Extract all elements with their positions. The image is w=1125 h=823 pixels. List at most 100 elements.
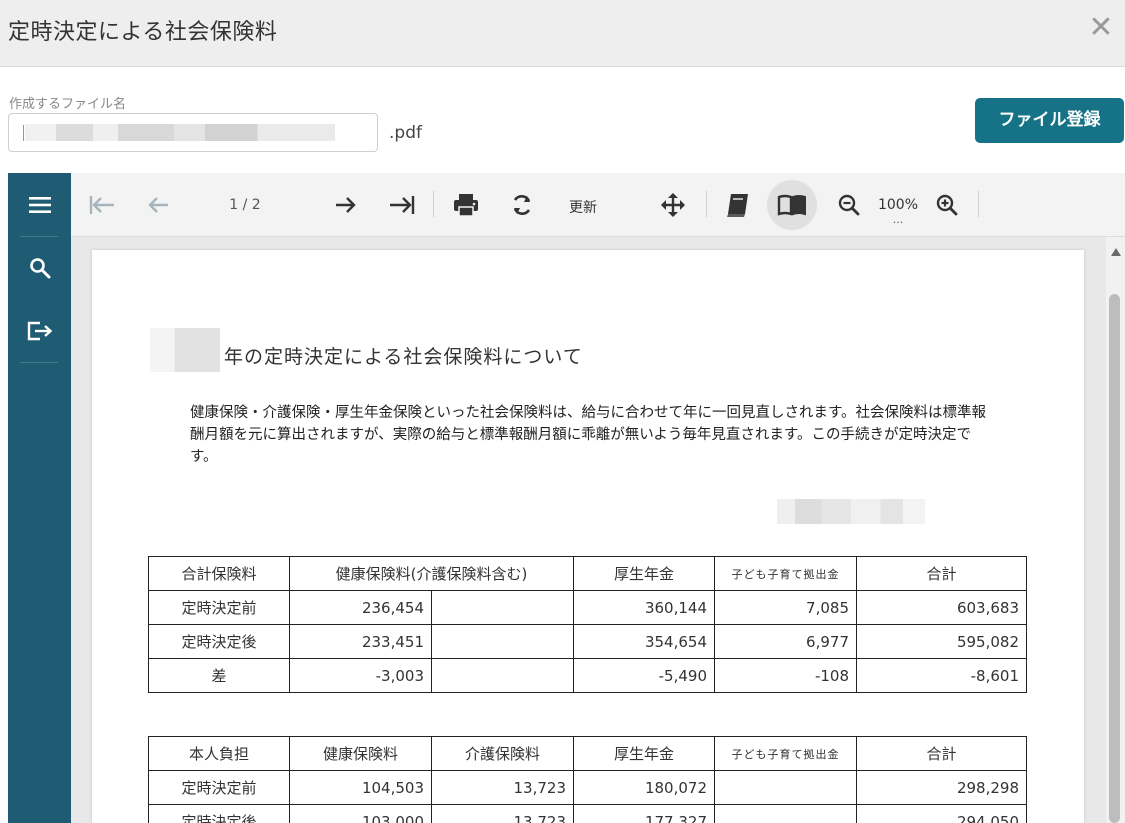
table-row: 定時決定前 104,503 13,723 180,072 298,298: [148, 770, 1027, 805]
first-page-button[interactable]: [87, 185, 117, 225]
arrow-left-icon: [148, 197, 168, 213]
zoom-in-button[interactable]: [932, 185, 962, 225]
viewer-sidebar: [8, 173, 71, 823]
year-redacted: [150, 328, 220, 372]
empty-cell: [431, 624, 574, 659]
zoom-in-icon: [936, 194, 958, 216]
table-header-row: 合計保険料 健康保険料(介護保険料含む) 厚生年金 子ども子育て拠出金 合計: [148, 556, 1027, 591]
print-icon: [454, 194, 478, 217]
zoom-out-icon: [838, 194, 860, 216]
child-cell: 6,977: [714, 624, 857, 659]
table-header-cell: 合計: [856, 556, 1027, 591]
print-button[interactable]: [449, 185, 483, 225]
child-cell: [714, 804, 857, 823]
total-cell: 603,683: [856, 590, 1027, 625]
toolbar-divider: [706, 191, 707, 217]
care-cell: 13,723: [431, 804, 574, 823]
viewer-toolbar: 1 / 2 更新 100% ...: [71, 173, 1125, 237]
total-cell: -8,601: [856, 658, 1027, 693]
file-extension: .pdf: [389, 123, 422, 143]
book-open-icon: [777, 194, 806, 216]
refresh-button[interactable]: [507, 185, 537, 225]
total-premium-table: 合計保険料 健康保険料(介護保険料含む) 厚生年金 子ども子育て拠出金 合計 定…: [148, 556, 1027, 693]
single-page-view-button[interactable]: [721, 185, 755, 225]
child-cell: 7,085: [714, 590, 857, 625]
arrow-right-icon: [336, 197, 356, 213]
row-label: 定時決定後: [148, 624, 290, 659]
row-label: 差: [148, 658, 290, 693]
table-header-row: 本人負担 健康保険料 介護保険料 厚生年金 子ども子育て拠出金 合計: [148, 736, 1027, 771]
pension-cell: 180,072: [573, 770, 715, 805]
empty-cell: [431, 590, 574, 625]
vertical-scrollbar[interactable]: [1106, 237, 1125, 823]
total-cell: 298,298: [856, 770, 1027, 805]
table-row: 定時決定後 233,451 354,654 6,977 595,082: [148, 624, 1027, 659]
zoom-more[interactable]: ...: [875, 213, 921, 226]
table-header-cell: 子ども子育て拠出金: [714, 556, 857, 591]
file-name-label: 作成するファイル名: [9, 97, 127, 112]
company-redacted: [777, 499, 925, 524]
pension-cell: 354,654: [573, 624, 715, 659]
refresh-icon: [513, 195, 531, 215]
page-indicator: 1 / 2: [229, 197, 261, 213]
table-row: 定時決定後 103,000 13,723 177,327 294,050: [148, 804, 1027, 823]
previous-page-button[interactable]: [143, 185, 173, 225]
export-icon: [27, 321, 52, 341]
search-icon: [29, 258, 50, 279]
care-cell: 13,723: [431, 770, 574, 805]
text-caret: [23, 125, 24, 141]
next-page-button[interactable]: [331, 185, 361, 225]
total-cell: 294,050: [856, 804, 1027, 823]
menu-icon: [28, 197, 51, 213]
zoom-level[interactable]: 100%: [875, 197, 921, 213]
export-button[interactable]: [8, 303, 71, 359]
health-cell: 104,503: [289, 770, 432, 805]
table-header-cell: 合計: [856, 736, 1027, 771]
first-page-icon: [89, 196, 114, 214]
table-header-cell: 合計保険料: [148, 556, 290, 591]
pension-cell: -5,490: [573, 658, 715, 693]
pdf-viewer: 1 / 2 更新 100% ... 年の定時決定による社会保険料について 健康保…: [8, 173, 1125, 823]
menu-button[interactable]: [8, 177, 71, 233]
search-button[interactable]: [8, 240, 71, 296]
close-icon[interactable]: ✕: [1085, 12, 1117, 44]
toolbar-divider: [433, 191, 434, 217]
scroll-thumb[interactable]: [1109, 294, 1120, 823]
table-header-cell: 本人負担: [148, 736, 290, 771]
health-cell: -3,003: [289, 658, 432, 693]
table-header-cell: 厚生年金: [573, 736, 715, 771]
child-cell: -108: [714, 658, 857, 693]
row-label: 定時決定後: [148, 804, 290, 823]
row-label: 定時決定前: [148, 590, 290, 625]
register-file-button[interactable]: ファイル登録: [975, 98, 1124, 143]
total-cell: 595,082: [856, 624, 1027, 659]
table-header-cell: 健康保険料(介護保険料含む): [289, 556, 574, 591]
pan-button[interactable]: [656, 185, 690, 225]
health-cell: 233,451: [289, 624, 432, 659]
move-icon: [661, 193, 685, 217]
table-row: 差 -3,003 -5,490 -108 -8,601: [148, 658, 1027, 693]
employee-share-table: 本人負担 健康保険料 介護保険料 厚生年金 子ども子育て拠出金 合計 定時決定前…: [148, 736, 1027, 823]
two-page-view-button[interactable]: [767, 180, 817, 230]
zoom-out-button[interactable]: [834, 185, 864, 225]
table-row: 定時決定前 236,454 360,144 7,085 603,683: [148, 590, 1027, 625]
table-header-cell: 子ども子育て拠出金: [714, 736, 857, 771]
document-title: 年の定時決定による社会保険料について: [224, 346, 583, 368]
row-label: 定時決定前: [148, 770, 290, 805]
refresh-label[interactable]: 更新: [569, 197, 597, 217]
child-cell: [714, 770, 857, 805]
pdf-page: 年の定時決定による社会保険料について 健康保険・介護保険・厚生年金保険といった社…: [92, 250, 1084, 823]
sidebar-divider: [20, 362, 58, 363]
table-header-cell: 厚生年金: [573, 556, 715, 591]
health-cell: 103,000: [289, 804, 432, 823]
last-page-button[interactable]: [387, 185, 417, 225]
book-closed-icon: [727, 194, 748, 217]
empty-cell: [431, 658, 574, 693]
pension-cell: 360,144: [573, 590, 715, 625]
scroll-up-arrow-icon[interactable]: [1111, 248, 1121, 256]
dialog-title: 定時決定による社会保険料: [8, 20, 278, 45]
file-name-redacted: [25, 124, 335, 141]
last-page-icon: [390, 196, 415, 214]
file-name-input[interactable]: [8, 113, 378, 152]
table-header-cell: 介護保険料: [431, 736, 574, 771]
